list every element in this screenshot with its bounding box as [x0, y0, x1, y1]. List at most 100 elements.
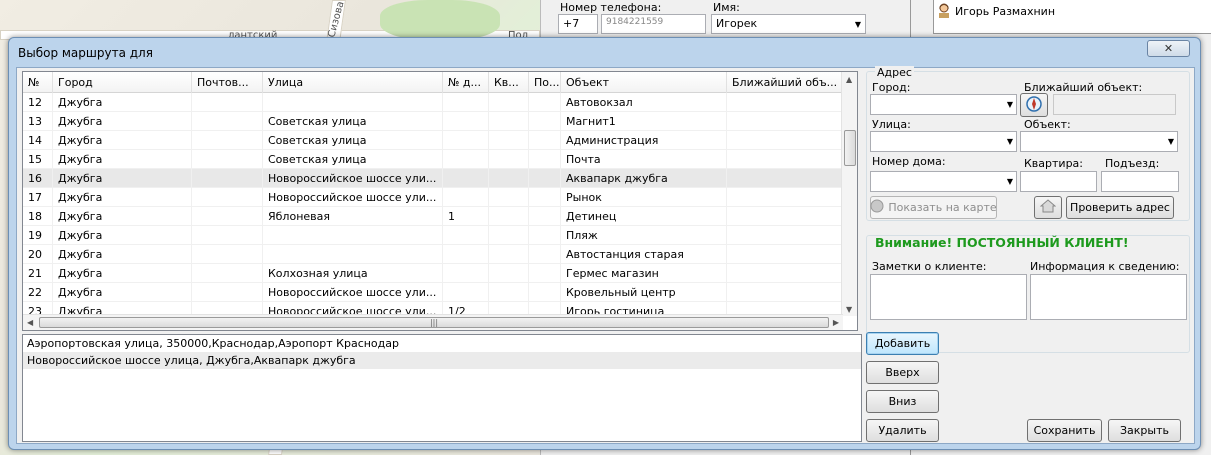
- column-header[interactable]: № д...: [443, 72, 489, 93]
- show-on-map-button[interactable]: Показать на карте: [870, 196, 997, 219]
- object-label: Объект:: [1024, 118, 1071, 131]
- save-button[interactable]: Сохранить: [1027, 419, 1102, 442]
- nearest-object-label: Ближайший объект:: [1024, 81, 1143, 94]
- table-cell: 16: [23, 169, 53, 188]
- table-cell: [727, 207, 843, 226]
- scroll-left-icon[interactable]: ◀: [27, 318, 33, 327]
- table-cell: Аквапарк джубга: [561, 169, 727, 188]
- column-header[interactable]: Улица: [263, 72, 443, 93]
- table-cell: Колхозная улица: [263, 264, 443, 283]
- table-cell: 19: [23, 226, 53, 245]
- table-row[interactable]: 12 Джубга Автовокзал: [23, 93, 843, 112]
- table-row[interactable]: 18 Джубга Яблоневая 1 Детинец: [23, 207, 843, 226]
- pick-nearest-object-button[interactable]: [1020, 93, 1048, 117]
- table-cell: [727, 112, 843, 131]
- scroll-up-icon[interactable]: ▲: [846, 75, 852, 84]
- table-row[interactable]: 20 Джубга Автостанция старая: [23, 245, 843, 264]
- phone-prefix-field[interactable]: +7: [558, 14, 598, 34]
- table-cell: [727, 93, 843, 112]
- table-row[interactable]: 15 Джубга Советская улица Почта: [23, 150, 843, 169]
- close-window-button[interactable]: ✕: [1147, 40, 1190, 57]
- delete-button[interactable]: Удалить: [866, 419, 939, 442]
- column-header[interactable]: Кв...: [489, 72, 529, 93]
- street-combo[interactable]: ▼: [870, 131, 1017, 152]
- house-number-combo[interactable]: ▼: [870, 171, 1017, 192]
- table-cell: [263, 226, 443, 245]
- column-header[interactable]: Город: [53, 72, 192, 93]
- table-cell: [489, 283, 529, 302]
- check-address-button[interactable]: Проверить адрес: [1066, 196, 1174, 219]
- user-list: Игорь Размахнин: [933, 0, 1211, 34]
- dialog-title: Выбор маршрута для: [18, 46, 153, 60]
- table-cell: Пляж: [561, 226, 727, 245]
- horizontal-scrollbar[interactable]: ◀ ||| ▶: [23, 314, 843, 330]
- vertical-scroll-thumb[interactable]: [844, 130, 856, 166]
- add-button[interactable]: Добавить: [866, 332, 939, 355]
- column-header[interactable]: По...: [529, 72, 561, 93]
- table-cell: [529, 264, 561, 283]
- table-cell: [192, 112, 263, 131]
- table-cell: Рынок: [561, 188, 727, 207]
- city-combo[interactable]: ▼: [870, 94, 1017, 115]
- route-list[interactable]: Аэропортовская улица, 350000,Краснодар,А…: [22, 334, 862, 442]
- object-combo[interactable]: ▼: [1020, 131, 1178, 152]
- table-cell: [489, 112, 529, 131]
- table-cell: [529, 245, 561, 264]
- table-cell: Советская улица: [263, 112, 443, 131]
- name-label: Имя:: [713, 1, 740, 14]
- scroll-right-icon[interactable]: ▶: [833, 318, 839, 327]
- table-cell: [529, 131, 561, 150]
- column-header[interactable]: №: [23, 72, 53, 93]
- table-row[interactable]: 13 Джубга Советская улица Магнит1: [23, 112, 843, 131]
- table-cell: Джубга: [53, 226, 192, 245]
- table-cell: Джубга: [53, 112, 192, 131]
- table-cell: [529, 226, 561, 245]
- table-cell: [443, 112, 489, 131]
- table-row[interactable]: 14 Джубга Советская улица Администрация: [23, 131, 843, 150]
- column-header[interactable]: Почтов...: [192, 72, 263, 93]
- table-row[interactable]: 16 Джубга Новороссийское шоссе ули... Аквап…: [23, 169, 843, 188]
- up-button[interactable]: Вверх: [866, 361, 939, 384]
- phone-number-field[interactable]: 9184221559: [601, 14, 706, 34]
- apartment-field[interactable]: [1020, 171, 1097, 192]
- route-item[interactable]: Новороссийское шоссе улица, Джубга,Аквап…: [23, 352, 861, 369]
- address-legend: Адрес: [875, 66, 914, 79]
- name-combo[interactable]: Игорек ▼: [711, 14, 866, 34]
- table-cell: [443, 283, 489, 302]
- column-header[interactable]: Объект: [561, 72, 727, 93]
- user-name: Игорь Размахнин: [955, 5, 1056, 18]
- up-button-label: Вверх: [885, 366, 920, 379]
- add-button-label: Добавить: [874, 337, 931, 350]
- table-cell: [192, 207, 263, 226]
- table-cell: [727, 264, 843, 283]
- compass-icon: [1025, 95, 1043, 116]
- client-notes-field[interactable]: [870, 274, 1027, 320]
- info-field[interactable]: [1030, 274, 1187, 320]
- table-cell: Советская улица: [263, 131, 443, 150]
- table-cell: [727, 169, 843, 188]
- user-list-item[interactable]: Игорь Размахнин: [936, 2, 1055, 21]
- table-row[interactable]: 19 Джубга Пляж: [23, 226, 843, 245]
- entrance-field[interactable]: [1101, 171, 1179, 192]
- name-value: Игорек: [716, 17, 758, 30]
- dialog-titlebar[interactable]: Выбор маршрута для ✕: [9, 38, 1200, 66]
- horizontal-scroll-thumb[interactable]: |||: [39, 317, 829, 328]
- table-cell: [443, 150, 489, 169]
- house-number-label: Номер дома:: [872, 155, 946, 168]
- table-row[interactable]: 21 Джубга Колхозная улица Гермес магазин: [23, 264, 843, 283]
- close-button[interactable]: Закрыть: [1108, 419, 1181, 442]
- vertical-scrollbar[interactable]: ▲ ▼: [841, 72, 857, 316]
- client-notes-label: Заметки о клиенте:: [872, 260, 987, 273]
- home-button[interactable]: [1034, 196, 1062, 219]
- table-cell: [529, 283, 561, 302]
- table-cell: [192, 150, 263, 169]
- table-row[interactable]: 22 Джубга Новороссийское шоссе ули... Крове…: [23, 283, 843, 302]
- table-row[interactable]: 17 Джубга Новороссийское шоссе ули... Рынок: [23, 188, 843, 207]
- route-dialog: Выбор маршрута для ✕ № Город Почтов... У…: [8, 37, 1201, 450]
- column-header[interactable]: Ближайший объ...: [727, 72, 843, 93]
- scroll-down-icon[interactable]: ▼: [846, 305, 852, 314]
- table-cell: [489, 207, 529, 226]
- route-item[interactable]: Аэропортовская улица, 350000,Краснодар,А…: [23, 335, 861, 352]
- down-button[interactable]: Вниз: [866, 390, 939, 413]
- home-icon: [1039, 199, 1057, 216]
